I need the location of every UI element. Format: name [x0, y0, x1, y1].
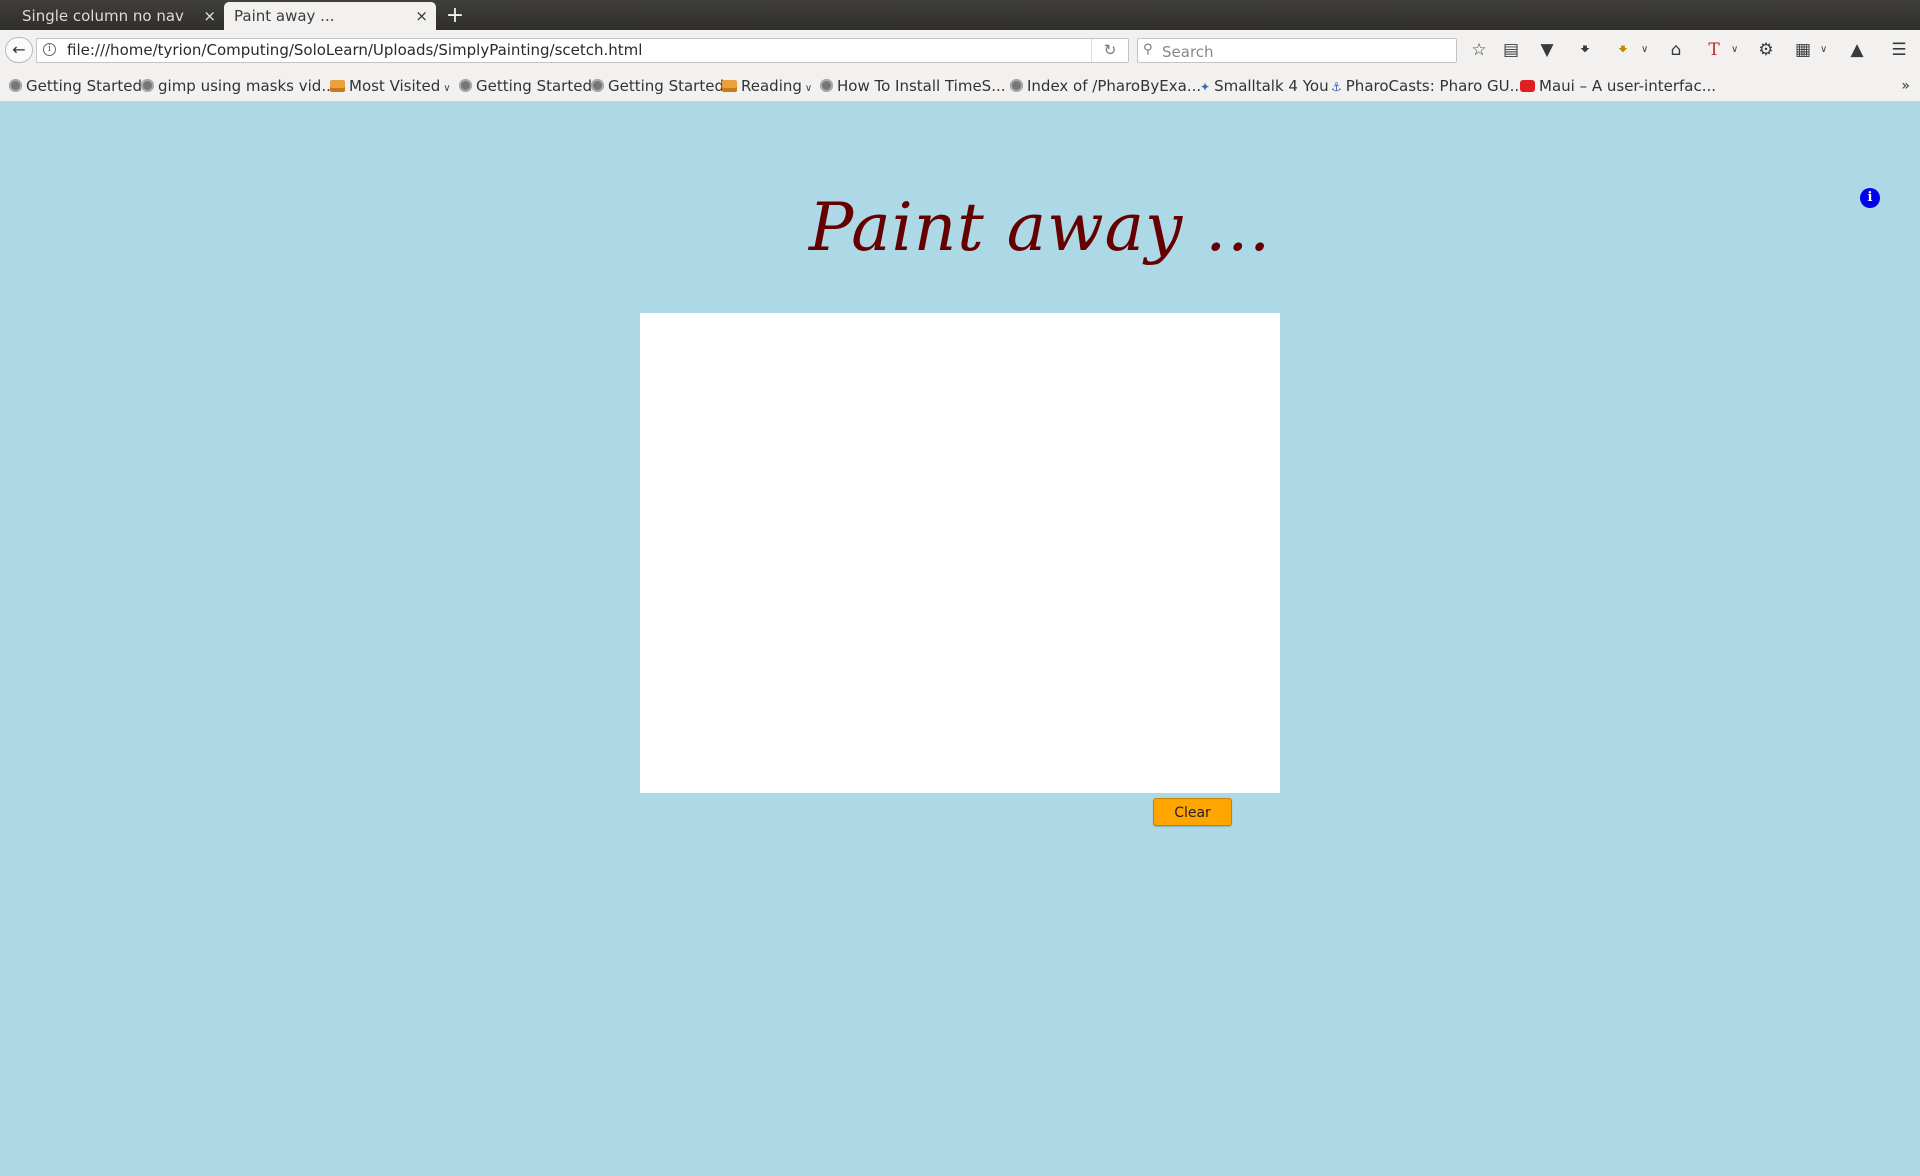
search-icon: ⚲	[1143, 42, 1153, 57]
globe-icon	[1010, 79, 1023, 92]
search-input[interactable]	[1160, 39, 1454, 64]
globe-icon	[591, 79, 604, 92]
site-info-icon[interactable]: i	[43, 43, 56, 56]
pharo-icon: ⚓	[1331, 80, 1342, 94]
close-tab-icon[interactable]: ×	[203, 2, 216, 30]
bookmark-label: Maui – A user-interfac...	[1539, 77, 1717, 95]
bookmarks-overflow-button[interactable]: »	[1901, 70, 1910, 102]
clipboard-icon[interactable]: ▦	[1791, 38, 1815, 62]
bookmark-label: gimp using masks vid...	[158, 77, 336, 95]
chevron-down-icon[interactable]: ∨	[1641, 38, 1648, 62]
info-icon[interactable]: i	[1860, 188, 1880, 208]
url-bar[interactable]: i file:///home/tyrion/Computing/SoloLear…	[36, 38, 1129, 63]
folder-icon	[722, 80, 737, 92]
bookmark-label: Most Visited	[349, 77, 441, 95]
bookmark-label: Getting Started	[608, 77, 724, 95]
bookmark-folder-reading[interactable]: Reading ∨	[722, 70, 812, 102]
bookmark-label: Getting Started	[26, 77, 142, 95]
tab-single-column-no-nav[interactable]: Single column no nav ×	[0, 2, 224, 30]
reload-icon[interactable]: ↻	[1091, 39, 1128, 62]
share-icon[interactable]: ▲	[1845, 38, 1869, 62]
bookmark-label: Index of /PharoByExa...	[1027, 77, 1202, 95]
close-tab-icon[interactable]: ×	[415, 2, 428, 30]
globe-icon	[141, 79, 154, 92]
clear-button[interactable]: Clear	[1153, 798, 1232, 826]
navigation-toolbar: ← i file:///home/tyrion/Computing/SoloLe…	[0, 30, 1920, 70]
new-tab-button[interactable]: +	[443, 2, 467, 30]
chevron-down-icon[interactable]: ∨	[1731, 38, 1738, 62]
search-bar[interactable]: ⚲	[1137, 38, 1457, 64]
bookmarks-toolbar: Getting Started gimp using masks vid... …	[0, 70, 1920, 102]
bookmark-getting-started[interactable]: Getting Started	[459, 70, 592, 102]
bookmark-label: How To Install TimeS...	[837, 77, 1006, 95]
bookmark-star-icon[interactable]: ☆	[1467, 38, 1491, 62]
youtube-icon	[1520, 80, 1535, 92]
url-text[interactable]: file:///home/tyrion/Computing/SoloLearn/…	[67, 39, 642, 62]
extension-icon[interactable]: ⚙	[1754, 38, 1778, 62]
bookmark-install-timeshift[interactable]: How To Install TimeS...	[820, 70, 1006, 102]
chevron-down-icon: ∨	[443, 83, 451, 94]
back-arrow-icon: ←	[12, 40, 26, 59]
bookmark-label: Getting Started	[476, 77, 592, 95]
bookmark-label: Smalltalk 4 You	[1214, 77, 1329, 95]
chevron-down-icon[interactable]: ∨	[1820, 38, 1827, 62]
bookmark-pharocasts[interactable]: ⚓ PharoCasts: Pharo GU...	[1331, 70, 1524, 102]
download-helper-icon[interactable]: 🠻	[1611, 38, 1635, 62]
bookmark-smalltalk-4-you[interactable]: ✦ Smalltalk 4 You	[1200, 70, 1329, 102]
folder-icon	[330, 80, 345, 92]
bookmark-getting-started[interactable]: Getting Started	[591, 70, 724, 102]
tab-strip: Single column no nav × Paint away ... × …	[0, 0, 1920, 30]
globe-icon	[820, 79, 833, 92]
bookmark-gimp-masks[interactable]: gimp using masks vid...	[141, 70, 336, 102]
smalltalk-icon: ✦	[1200, 80, 1211, 94]
reading-list-icon[interactable]: ▤	[1499, 38, 1523, 62]
text-tool-icon[interactable]: T	[1702, 38, 1726, 62]
bookmark-label: Reading	[741, 77, 802, 95]
bookmark-maui[interactable]: Maui – A user-interfac...	[1520, 70, 1716, 102]
download-icon[interactable]: 🠻	[1573, 38, 1597, 62]
tab-label: Single column no nav	[22, 7, 184, 25]
menu-icon[interactable]: ☰	[1887, 38, 1911, 62]
bookmark-pharo-by-example[interactable]: Index of /PharoByExa...	[1010, 70, 1201, 102]
tab-paint-away[interactable]: Paint away ... ×	[224, 2, 436, 30]
bookmark-label: PharoCasts: Pharo GU...	[1345, 77, 1524, 95]
bookmark-getting-started[interactable]: Getting Started	[9, 70, 142, 102]
pocket-icon[interactable]: ▼	[1535, 38, 1559, 62]
tab-label: Paint away ...	[234, 7, 335, 25]
globe-icon	[9, 79, 22, 92]
page-title: Paint away ...	[808, 189, 1272, 266]
back-button[interactable]: ←	[5, 37, 33, 63]
home-icon[interactable]: ⌂	[1664, 38, 1688, 62]
chevron-down-icon: ∨	[804, 83, 813, 94]
bookmark-folder-most-visited[interactable]: Most Visited ∨	[330, 70, 451, 102]
globe-icon	[459, 79, 472, 92]
drawing-canvas[interactable]	[640, 313, 1280, 793]
